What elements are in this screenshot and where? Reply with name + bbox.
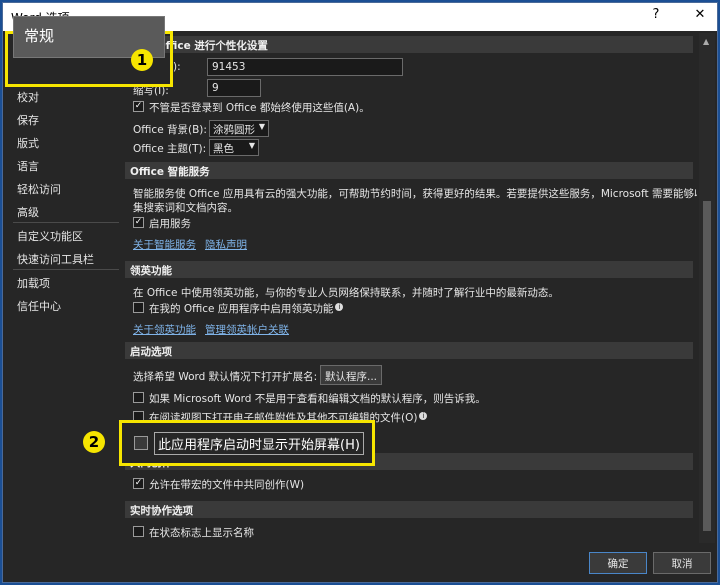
manage-linkedin-link[interactable]: 管理领英帐户关联 <box>205 322 289 337</box>
sidebar-item-accessibility[interactable]: 轻松访问 <box>17 181 61 197</box>
sidebar-item-quick-access[interactable]: 快速访问工具栏 <box>17 251 94 267</box>
highlight-box-start-screen: 此应用程序启动时显示开始屏幕(H) <box>119 420 375 466</box>
sidebar-item-language[interactable]: 语言 <box>17 158 39 174</box>
notify-default-label: 如果 Microsoft Word 不是用于查看和编辑文档的默认程序，则告诉我。 <box>149 393 486 405</box>
default-programs-button[interactable]: 默认程序... <box>320 365 382 385</box>
options-content: soft Office 进行个性化设置 ): 91453 缩写(I): 9 ✓ … <box>125 33 697 543</box>
sidebar-divider <box>13 269 119 270</box>
always-use-checkbox[interactable]: ✓ <box>133 101 144 112</box>
coauthor-macro-label: 允许在带宏的文件中共同创作(W) <box>149 479 305 491</box>
linkedin-checkbox[interactable] <box>133 302 144 313</box>
cancel-button[interactable]: 取消 <box>653 552 711 574</box>
sidebar-divider <box>13 222 119 223</box>
ok-button[interactable]: 确定 <box>589 552 647 574</box>
notify-default-checkbox[interactable] <box>133 392 144 403</box>
info-icon[interactable]: i <box>419 412 428 420</box>
scroll-up-icon[interactable]: ▲ <box>703 37 709 46</box>
section-header-linkedin: 领英功能 <box>125 261 693 278</box>
close-button[interactable]: ✕ <box>685 7 715 27</box>
about-linkedin-link[interactable]: 关于领英功能 <box>133 322 196 337</box>
username-input[interactable]: 91453 <box>207 58 403 76</box>
username-label: ): <box>173 61 181 73</box>
default-ext-label: 选择希望 Word 默认情况下打开扩展名: <box>133 371 318 383</box>
background-label: Office 背景(B): <box>133 124 207 136</box>
intelligent-desc: 智能服务使 Office 应用具有云的强大功能，可帮助节约时间，获得更好的结果。… <box>133 188 697 200</box>
content-scrollbar[interactable]: ▲ <box>699 33 715 543</box>
background-dropdown[interactable]: 涂鸦圆形 ▼ <box>209 120 269 137</box>
step-badge-1: 1 <box>131 49 153 71</box>
theme-label: Office 主题(T): <box>133 143 207 155</box>
enable-services-checkbox[interactable]: ✓ <box>133 217 144 228</box>
chevron-down-icon: ▼ <box>258 122 265 131</box>
sidebar-item-save[interactable]: 保存 <box>17 112 39 128</box>
section-header-startup: 启动选项 <box>125 342 693 359</box>
sidebar-item-trust-center[interactable]: 信任中心 <box>17 298 61 314</box>
step-badge-2: 2 <box>83 431 105 453</box>
scroll-thumb[interactable] <box>703 201 711 531</box>
show-names-checkbox[interactable] <box>133 526 144 537</box>
sidebar-item-advanced[interactable]: 高级 <box>17 204 39 220</box>
section-header-realtime: 实时协作选项 <box>125 501 693 518</box>
section-header-intelligent: Office 智能服务 <box>125 162 693 179</box>
sidebar-item-addins[interactable]: 加载项 <box>17 275 50 291</box>
intelligent-desc-cont: 集搜索词和文档内容。 <box>133 202 238 214</box>
about-intelligent-link[interactable]: 关于智能服务 <box>133 237 196 252</box>
sidebar-item-customize-ribbon[interactable]: 自定义功能区 <box>17 228 83 244</box>
chevron-down-icon: ▼ <box>248 141 255 150</box>
start-screen-checkbox[interactable] <box>134 436 148 450</box>
always-use-label: 不管是否登录到 Office 都始终使用这些值(A)。 <box>149 102 370 114</box>
show-names-label: 在状态标志上显示名称 <box>149 527 254 539</box>
help-button[interactable]: ? <box>641 7 671 27</box>
linkedin-enable-label: 在我的 Office 应用程序中启用领英功能 i <box>149 301 344 316</box>
sidebar-item-layout[interactable]: 版式 <box>17 135 39 151</box>
start-screen-label: 此应用程序启动时显示开始屏幕(H) <box>154 432 364 455</box>
enable-services-label: 启用服务 <box>149 218 191 230</box>
section-header-personalize: soft Office 进行个性化设置 <box>125 36 693 53</box>
sidebar-item-proofing[interactable]: 校对 <box>17 89 39 105</box>
options-sidebar: 校对 保存 版式 语言 轻松访问 高级 自定义功能区 快速访问工具栏 加载项 信… <box>7 33 119 543</box>
privacy-link[interactable]: 隐私声明 <box>205 237 247 252</box>
coauthor-macro-checkbox[interactable]: ✓ <box>133 478 144 489</box>
word-options-dialog: Word 选项 ? ✕ 校对 保存 版式 语言 轻松访问 高级 自定义功能区 快… <box>2 2 718 583</box>
info-icon[interactable]: i <box>335 303 344 311</box>
initials-input[interactable]: 9 <box>207 79 261 97</box>
linkedin-desc: 在 Office 中使用领英功能，与你的专业人员网络保持联系，并随时了解行业中的… <box>133 287 559 299</box>
dialog-footer: 确定 取消 <box>3 546 717 582</box>
theme-dropdown[interactable]: 黑色 ▼ <box>209 139 259 156</box>
